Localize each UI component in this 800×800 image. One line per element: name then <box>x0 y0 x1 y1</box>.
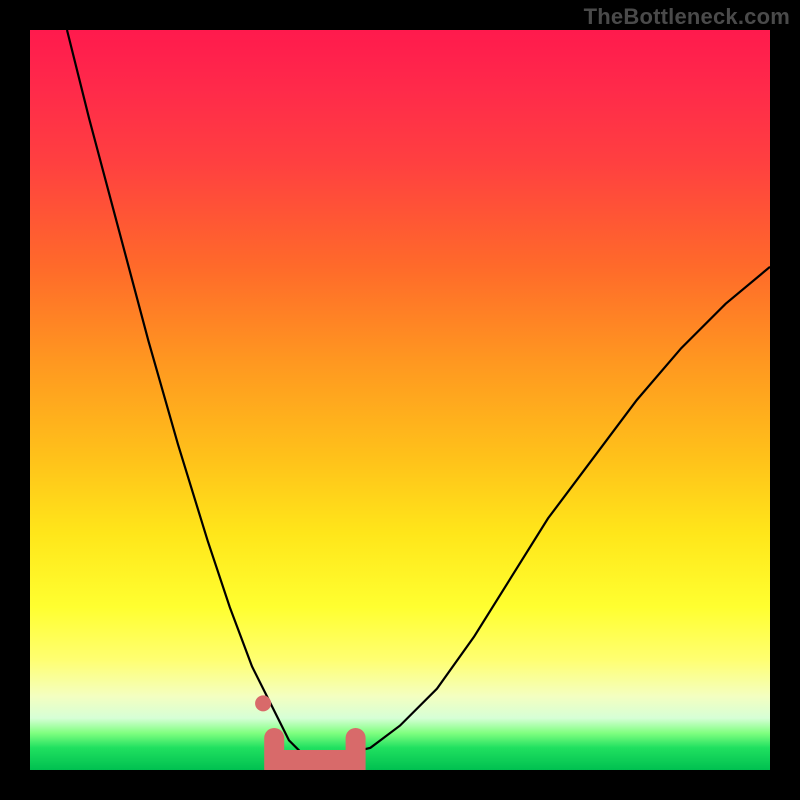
optimal-range-bracket <box>274 738 355 760</box>
chart-frame: TheBottleneck.com <box>0 0 800 800</box>
marker-dot <box>255 695 271 711</box>
bottleneck-curve <box>67 30 770 755</box>
watermark-text: TheBottleneck.com <box>584 4 790 30</box>
plot-area <box>30 30 770 770</box>
curve-svg <box>30 30 770 770</box>
